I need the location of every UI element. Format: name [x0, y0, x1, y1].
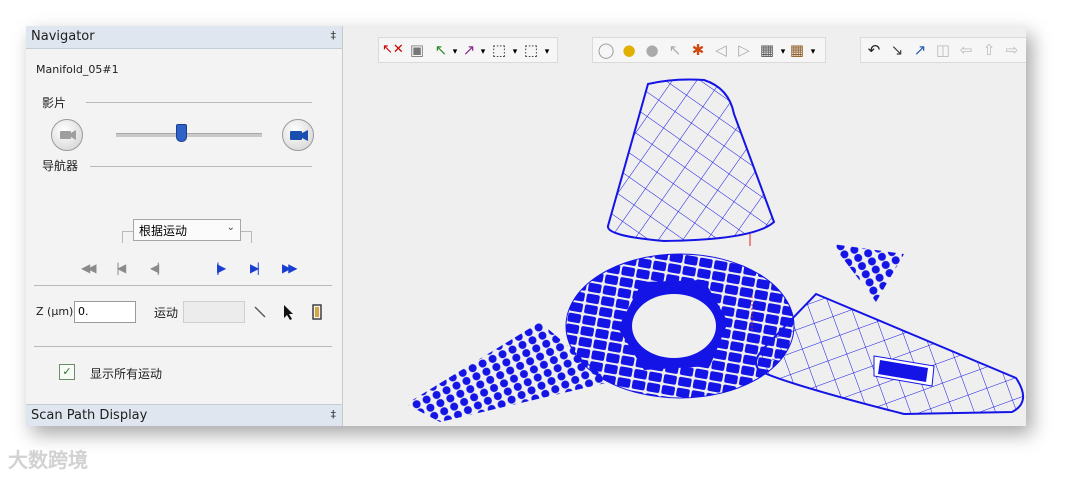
film-camera-button[interactable] — [282, 119, 314, 151]
bracket-left-vert — [122, 231, 123, 243]
film-record-button[interactable] — [51, 119, 83, 151]
upper-blade — [607, 78, 776, 243]
application-window: Navigator ‡ Manifold_05#1 影片 导航器 根据运动 ⌄ … — [26, 26, 1026, 426]
scan-path-header[interactable]: Scan Path Display ‡ — [26, 404, 342, 426]
motion-label: 运动 — [154, 306, 179, 320]
last-frame-button[interactable]: ▶▶ — [282, 261, 298, 275]
3d-viewport[interactable]: ↖✕ ▣ ↖ ▾ ↗ ▾ ⬚ ▾ ⬚ ▾ ◯ ● ● ↖ ✱ ◁ ▷ ▦ ▾ ▦… — [344, 26, 1026, 426]
pin-icon[interactable]: ‡ — [331, 29, 337, 42]
camera-icon — [290, 130, 308, 141]
navigator-panel: Navigator ‡ Manifold_05#1 影片 导航器 根据运动 ⌄ … — [26, 26, 343, 426]
navigator-title: Navigator — [31, 29, 95, 44]
part-view-canvas[interactable] — [344, 26, 1026, 426]
previous-frame-button[interactable]: |◀ — [116, 261, 126, 275]
bracket-right-vert — [251, 231, 252, 243]
object-name: Manifold_05#1 — [36, 63, 119, 76]
options-divider — [34, 346, 332, 347]
show-all-label: 显示所有运动 — [90, 367, 163, 381]
film-divider — [86, 102, 312, 103]
film-section-label: 影片 — [42, 96, 67, 110]
z-input[interactable]: 0. — [74, 301, 136, 323]
chevron-down-icon: ⌄ — [226, 222, 235, 233]
mode-select-value: 根据运动 — [139, 224, 188, 238]
step-back-button[interactable]: ◀| — [150, 261, 160, 275]
scan-path-title: Scan Path Display — [31, 408, 148, 423]
first-frame-button[interactable]: ◀◀ — [81, 261, 97, 275]
line-tool-icon[interactable] — [252, 304, 268, 320]
door-icon[interactable] — [309, 303, 325, 321]
playback-divider — [34, 285, 332, 286]
navigator-section-label: 导航器 — [42, 159, 79, 173]
z-label: Z (μm) — [36, 305, 74, 318]
scan-path-pin-icon[interactable]: ‡ — [331, 408, 337, 421]
watermark: 大数跨境 — [8, 448, 88, 472]
motion-input[interactable] — [183, 301, 245, 323]
dot-triangle — [832, 244, 904, 302]
right-blade — [755, 292, 1024, 416]
bracket-left — [123, 231, 133, 232]
film-slider-track[interactable] — [116, 133, 262, 137]
mode-select[interactable]: 根据运动 ⌄ — [133, 219, 241, 241]
next-frame-button[interactable]: ▶| — [250, 261, 260, 275]
film-slider-thumb[interactable] — [176, 124, 188, 142]
navigator-divider — [90, 166, 312, 167]
pointer-icon[interactable] — [280, 303, 296, 321]
navigator-header: Navigator ‡ — [26, 26, 342, 49]
z-input-value: 0. — [78, 305, 89, 318]
show-all-checkbox[interactable]: ✓ — [59, 364, 75, 380]
step-forward-button[interactable]: |▶ — [216, 261, 226, 275]
camera-off-icon — [60, 130, 76, 140]
